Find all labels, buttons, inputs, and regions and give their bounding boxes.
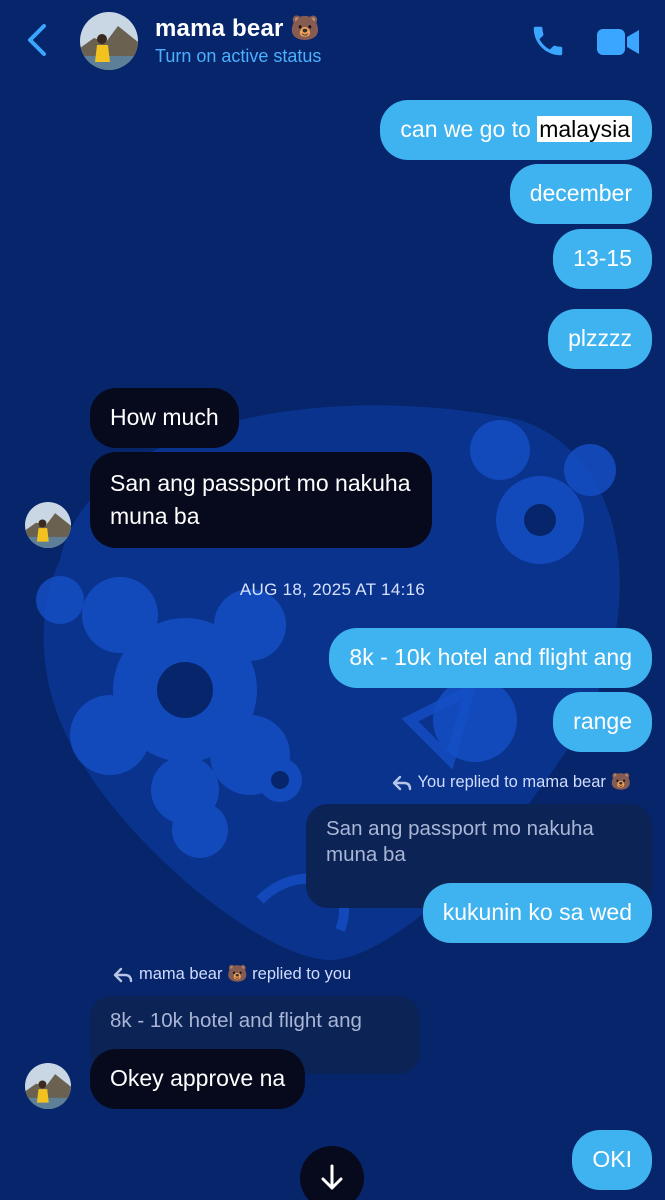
message-text: can we go to (400, 116, 538, 142)
sender-avatar[interactable] (25, 502, 71, 548)
reply-indicator: mama bear 🐻 replied to you (113, 965, 351, 984)
sender-avatar[interactable] (25, 1063, 71, 1109)
reply-indicator: You replied to mama bear 🐻 (392, 773, 631, 792)
arrow-down-icon (321, 1164, 343, 1190)
avatar-photo (25, 502, 71, 548)
message-text-line: muna ba (110, 503, 200, 529)
avatar-photo (25, 1063, 71, 1109)
message-outgoing[interactable]: 8k - 10k hotel and flight ang (329, 628, 652, 688)
message-outgoing[interactable]: can we go to malaysia (380, 100, 652, 160)
highlighted-text: malaysia (537, 116, 632, 142)
reply-arrow-icon (113, 967, 133, 982)
avatar-photo (80, 12, 138, 70)
message-outgoing[interactable]: range (553, 692, 652, 752)
contact-name[interactable]: mama bear 🐻 (155, 14, 321, 43)
reply-indicator-text: You replied to mama bear 🐻 (417, 773, 631, 791)
quoted-text-line: San ang passport mo nakuha (326, 817, 594, 840)
message-incoming[interactable]: San ang passport mo nakuha muna ba (90, 452, 433, 548)
scroll-to-bottom-button[interactable] (300, 1146, 364, 1200)
active-status-link[interactable]: Turn on active status (155, 46, 321, 67)
message-incoming[interactable]: Okey approve na (90, 1049, 306, 1109)
message-outgoing[interactable]: kukunin ko sa wed (422, 883, 652, 943)
message-incoming[interactable]: How much (90, 388, 239, 448)
message-outgoing[interactable]: december (509, 164, 652, 224)
back-icon[interactable] (24, 22, 52, 58)
phone-icon[interactable] (528, 22, 568, 60)
contact-avatar[interactable] (80, 12, 138, 70)
message-outgoing[interactable]: OKI (572, 1130, 652, 1190)
message-outgoing[interactable]: 13-15 (553, 229, 652, 289)
message-text-line: San ang passport mo nakuha (110, 470, 411, 496)
video-camera-icon[interactable] (595, 26, 641, 58)
reply-arrow-icon (392, 775, 411, 790)
quoted-text-line: muna ba (326, 843, 406, 866)
message-outgoing[interactable]: plzzzz (548, 309, 652, 369)
reply-indicator-text: mama bear 🐻 replied to you (139, 965, 352, 983)
timestamp-divider: AUG 18, 2025 AT 14:16 (239, 580, 426, 599)
